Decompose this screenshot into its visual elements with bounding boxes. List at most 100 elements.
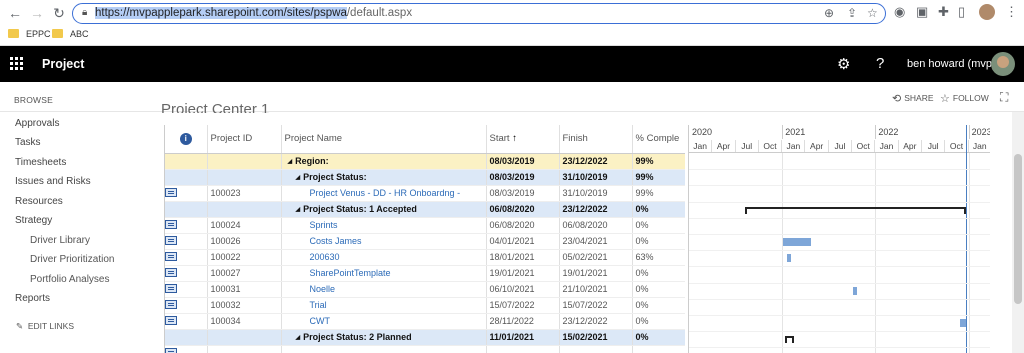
group-row[interactable]: ◢ Project Status: 08/03/2019 31/10/2019 9… — [165, 169, 685, 186]
tab-browse[interactable]: BROWSE — [14, 95, 53, 105]
bookmark-eppc[interactable]: EPPC — [8, 29, 51, 39]
share-page-icon[interactable]: ⇪ — [847, 6, 857, 20]
star-icon[interactable]: ☆ — [867, 6, 878, 20]
group-label[interactable]: ◢ Project Status: 1 Accepted — [281, 201, 487, 218]
group-label[interactable]: ◢ Region: — [281, 153, 487, 170]
project-id-cell: 100034 — [207, 313, 282, 330]
column-header-start[interactable]: Start ↑ — [486, 125, 560, 154]
gantt-row-line — [689, 266, 990, 268]
user-name[interactable]: ben howard (mvp) — [907, 58, 996, 70]
app-title[interactable]: Project — [42, 57, 84, 71]
group-row[interactable]: ◢ Region: 08/03/2019 23/12/2022 99% — [165, 153, 685, 170]
column-header-project-name[interactable]: Project Name — [281, 125, 487, 154]
percent-cell: 0% — [632, 265, 685, 282]
reload-icon[interactable]: ↻ — [50, 4, 68, 22]
share-button[interactable]: ⟲ SHARE — [892, 92, 934, 105]
table-row[interactable]: 100022 200630 18/01/2021 05/02/2021 63% — [165, 249, 685, 266]
scrollbar-thumb[interactable] — [1014, 154, 1022, 304]
nav-driver-prioritization[interactable]: Driver Prioritization — [30, 254, 114, 265]
project-link[interactable]: Costs James — [310, 236, 362, 246]
help-icon[interactable]: ? — [876, 55, 884, 72]
column-header-project-id[interactable]: Project ID — [207, 125, 282, 154]
group-row[interactable]: ◢ Project Status: 2 Planned 11/01/2021 15… — [165, 329, 685, 346]
project-id-cell: 100032 — [207, 297, 282, 314]
project-name-cell[interactable]: 200630 — [281, 249, 487, 266]
project-name-cell[interactable]: SharePointTemplate — [281, 265, 487, 282]
group-label[interactable]: ◢ Project Status: — [281, 169, 487, 186]
project-name-cell[interactable]: Noelle — [281, 281, 487, 298]
table-row[interactable]: 100032 Trial 15/07/2022 15/07/2022 0% — [165, 297, 685, 314]
forward-icon[interactable]: → — [28, 4, 46, 22]
table-row[interactable]: 100034 CWT 28/11/2022 23/12/2022 0% — [165, 313, 685, 330]
column-header-percent-complete[interactable]: % Comple — [632, 125, 685, 154]
gear-icon[interactable]: ⚙ — [837, 55, 850, 73]
nav-resources[interactable]: Resources — [15, 196, 63, 207]
project-type-cell — [165, 185, 208, 202]
url-text[interactable]: https://mvpapplepark.sharepoint.com/site… — [95, 7, 412, 19]
avatar[interactable] — [991, 52, 1015, 76]
info-column-header[interactable]: i — [165, 125, 208, 154]
table-row[interactable]: 100024 Sprints 06/08/2020 06/08/2020 0% — [165, 217, 685, 234]
collapse-icon[interactable]: ◢ — [296, 335, 301, 341]
project-name-cell[interactable]: CWT — [281, 313, 487, 330]
project-link[interactable]: Sprints — [310, 220, 338, 230]
collapse-icon[interactable]: ◢ — [288, 159, 293, 165]
project-link[interactable]: CWT — [310, 316, 331, 326]
project-link[interactable]: Noelle — [310, 284, 336, 294]
project-link[interactable]: 200630 — [310, 252, 340, 262]
project-type-cell — [165, 297, 208, 314]
nav-approvals[interactable]: Approvals — [15, 118, 59, 129]
finish-cell: 23/12/2022 — [559, 313, 633, 330]
finish-cell: 23/04/2021 — [559, 233, 633, 250]
project-link[interactable]: Trial — [310, 300, 327, 310]
table-row[interactable]: 100026 Costs James 04/01/2021 23/04/2021… — [165, 233, 685, 250]
collapse-icon[interactable]: ◢ — [296, 175, 301, 181]
puzzle-icon[interactable]: ✚ — [938, 5, 949, 19]
table-row[interactable]: 100031 Noelle 06/10/2021 21/10/2021 0% — [165, 281, 685, 298]
follow-button[interactable]: ☆ FOLLOW — [940, 92, 989, 105]
edit-links-button[interactable]: ✎ EDIT LINKS — [16, 321, 74, 332]
back-icon[interactable]: ← — [6, 4, 24, 22]
project-link[interactable]: SharePointTemplate — [310, 268, 391, 278]
project-name-cell[interactable]: Trial — [281, 297, 487, 314]
project-icon — [165, 267, 177, 277]
sidepanel-icon[interactable]: ▯ — [958, 5, 965, 19]
project-link[interactable]: Project Venus - DD - HR Onboardng - — [310, 188, 461, 198]
extension-icon-1[interactable]: ◉ — [894, 5, 905, 19]
profile-avatar[interactable] — [979, 4, 995, 20]
project-type-cell — [165, 233, 208, 250]
zoom-icon[interactable]: ⊕ — [824, 6, 834, 20]
project-name-cell[interactable]: Sprints — [281, 217, 487, 234]
extension-icon-2[interactable]: ▣ — [916, 5, 928, 19]
group-label[interactable]: ◢ Project Status: 2 Planned — [281, 329, 487, 346]
project-icon — [165, 219, 177, 229]
timescale-divider — [968, 125, 970, 139]
nav-driver-library[interactable]: Driver Library — [30, 235, 90, 246]
bookmark-abc[interactable]: ABC — [52, 29, 89, 39]
address-bar[interactable]: 🔒︎ https://mvpapplepark.sharepoint.com/s… — [72, 3, 886, 24]
share-icon: ⟲ — [892, 93, 902, 105]
menu-icon[interactable]: ⋮ — [1005, 5, 1018, 19]
nav-reports[interactable]: Reports — [15, 293, 50, 304]
project-name-cell[interactable]: Costs James — [281, 233, 487, 250]
collapse-icon[interactable]: ◢ — [296, 207, 301, 213]
vertical-scrollbar[interactable] — [1012, 112, 1024, 353]
project-name-cell[interactable]: Project Venus - DD - HR Onboardng - — [281, 185, 487, 202]
nav-timesheets[interactable]: Timesheets — [15, 157, 66, 168]
nav-issues-risks[interactable]: Issues and Risks — [15, 176, 91, 187]
gantt-row-line — [689, 185, 990, 187]
nav-portfolio-analyses[interactable]: Portfolio Analyses — [30, 274, 110, 285]
group-row[interactable]: ◢ Project Status: 1 Accepted 06/08/2020 2… — [165, 201, 685, 218]
timescale-divider — [689, 152, 990, 153]
nav-tasks[interactable]: Tasks — [15, 137, 41, 148]
nav-strategy[interactable]: Strategy — [15, 215, 52, 226]
column-header-finish[interactable]: Finish — [559, 125, 633, 154]
focus-icon[interactable]: ⛶ — [1000, 90, 1008, 105]
table-row[interactable]: 100027 SharePointTemplate 19/01/2021 19/… — [165, 265, 685, 282]
table-row[interactable] — [165, 345, 685, 353]
start-cell: 06/10/2021 — [486, 281, 560, 298]
start-cell: 06/08/2020 — [486, 217, 560, 234]
app-launcher-icon[interactable] — [10, 57, 24, 71]
project-icon — [165, 235, 177, 245]
table-row[interactable]: 100023 Project Venus - DD - HR Onboardng… — [165, 185, 685, 202]
